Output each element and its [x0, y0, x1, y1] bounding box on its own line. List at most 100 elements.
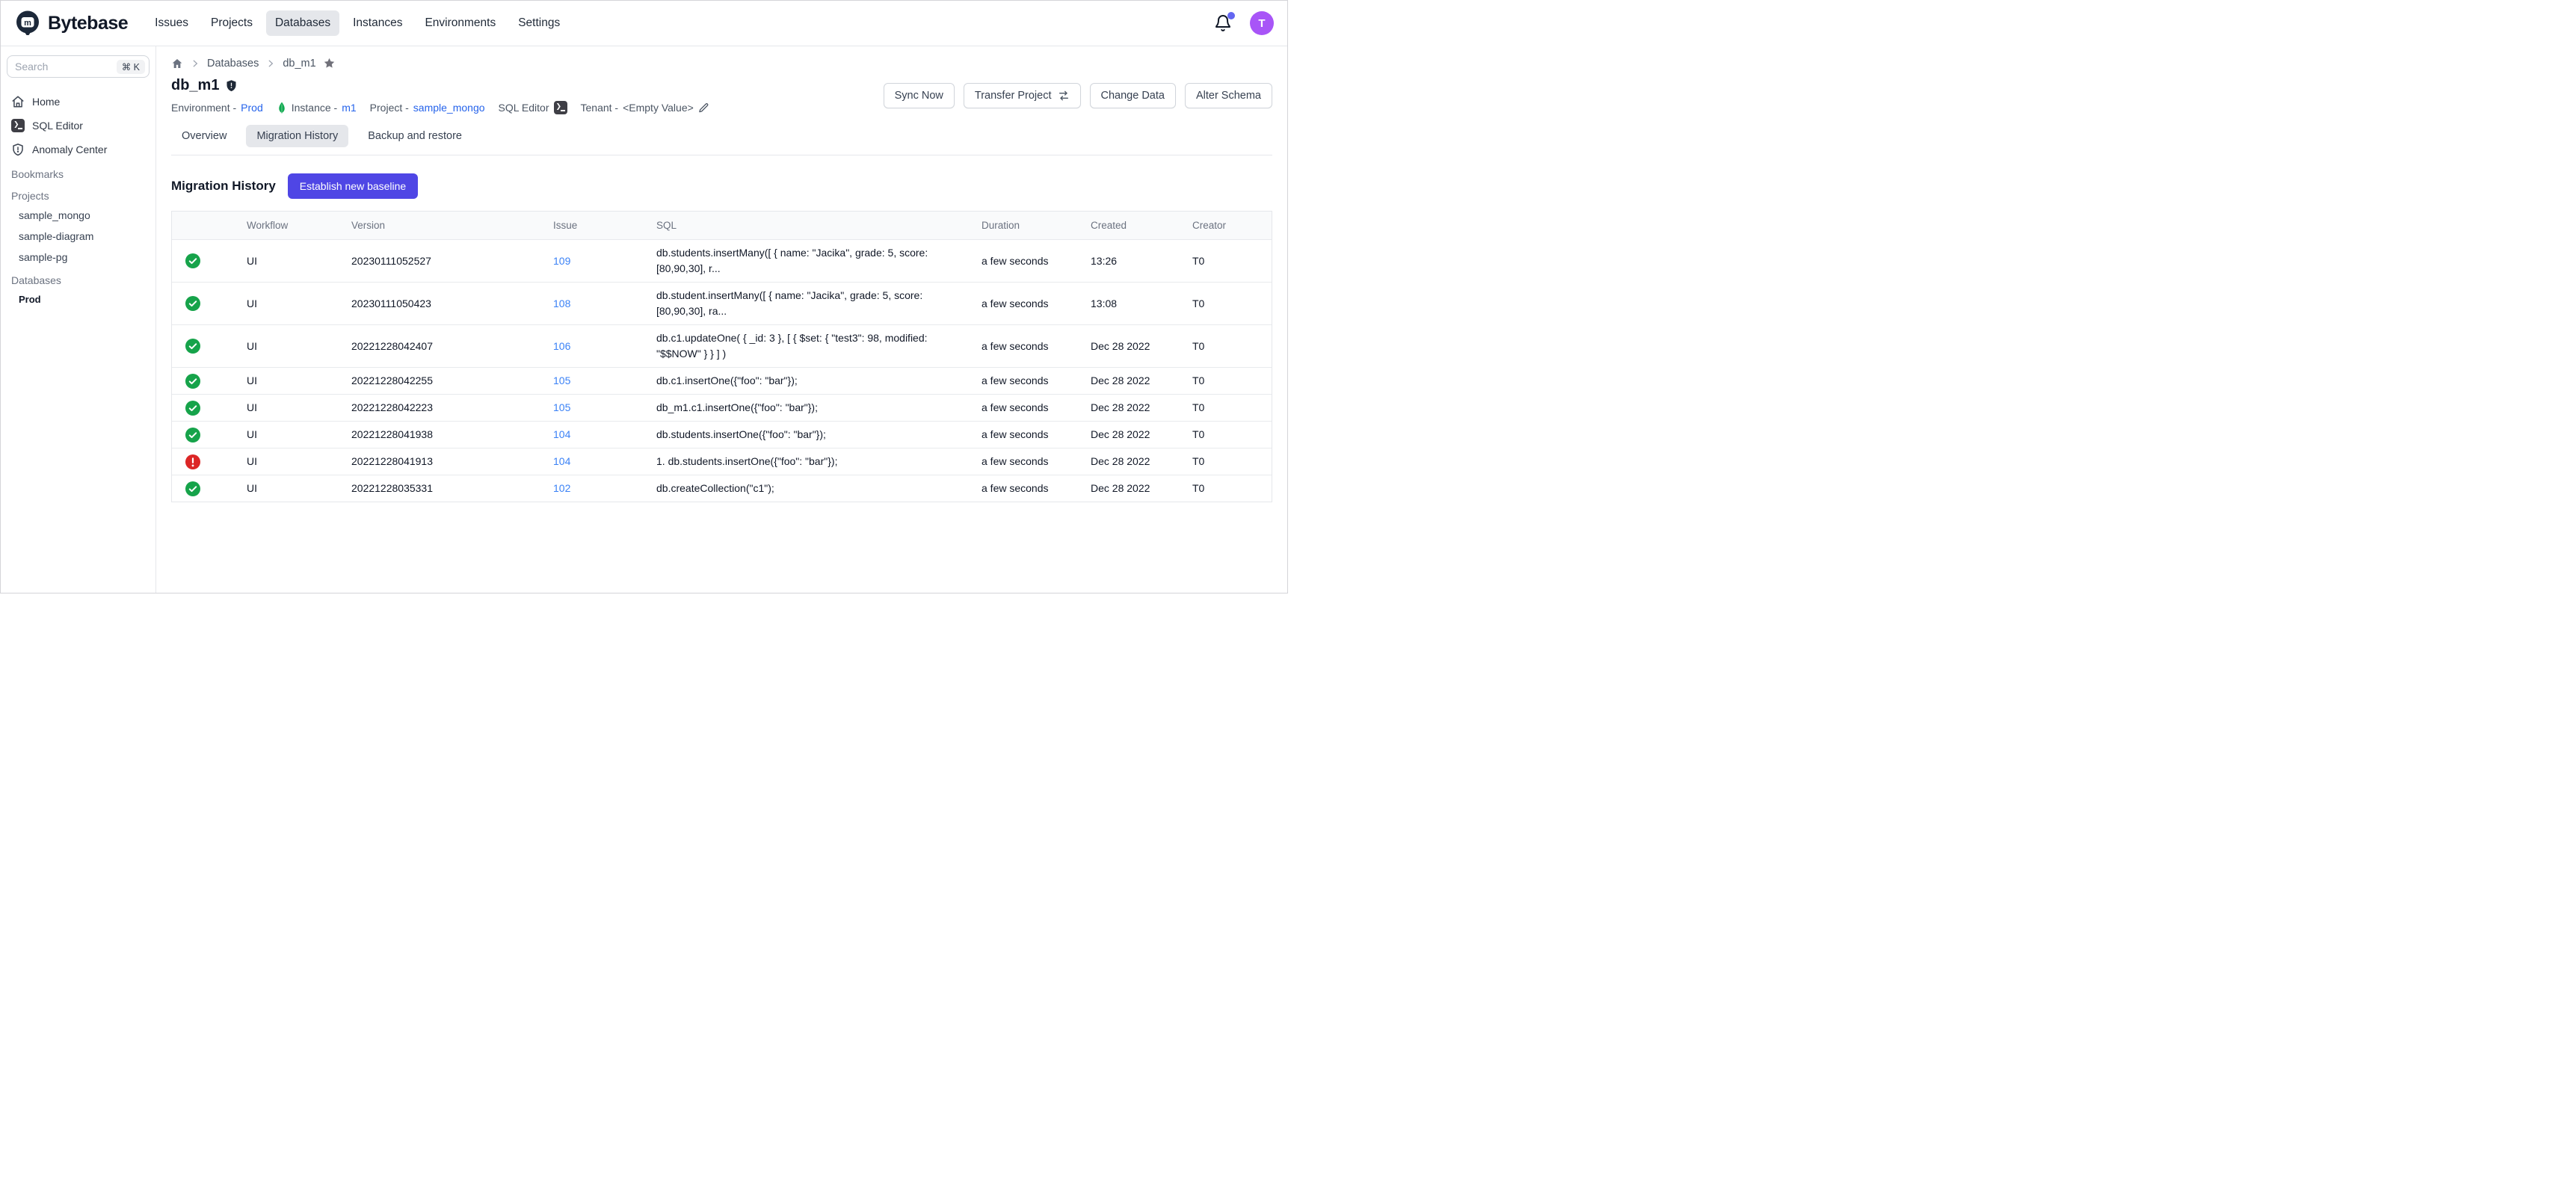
creator-cell: T0	[1183, 368, 1272, 394]
workflow-cell: UI	[238, 475, 342, 502]
brand[interactable]: m Bytebase	[14, 10, 128, 37]
issue-link[interactable]: 104	[553, 428, 570, 440]
version-cell: 20221228042407	[342, 333, 544, 360]
avatar[interactable]: T	[1250, 11, 1274, 35]
terminal-icon	[11, 119, 25, 132]
table-row[interactable]: UI 20221228042407 106 db.c1.updateOne( {…	[172, 324, 1272, 367]
column-header-sql: SQL	[647, 212, 973, 239]
sync-now-button[interactable]: Sync Now	[884, 83, 955, 108]
tab-overview[interactable]: Overview	[171, 125, 237, 147]
breadcrumb: Databases db_m1	[171, 57, 1272, 70]
star-icon[interactable]	[323, 57, 336, 70]
sidebar-item-home[interactable]: Home	[7, 90, 150, 114]
nav-item-databases[interactable]: Databases	[266, 10, 339, 36]
sidebar-item-sql-editor[interactable]: SQL Editor	[7, 114, 150, 138]
table-row[interactable]: UI 20230111052527 109 db.students.insert…	[172, 239, 1272, 282]
created-cell: Dec 28 2022	[1082, 475, 1183, 502]
created-cell: Dec 28 2022	[1082, 395, 1183, 421]
breadcrumb-home-icon[interactable]	[171, 58, 183, 70]
created-cell: Dec 28 2022	[1082, 448, 1183, 475]
breadcrumb-db-m1[interactable]: db_m1	[283, 58, 315, 70]
table-row[interactable]: UI 20221228042223 105 db_m1.c1.insertOne…	[172, 394, 1272, 421]
nav-item-settings[interactable]: Settings	[509, 10, 569, 36]
success-check-icon	[185, 481, 200, 496]
sidebar-item-label: Home	[32, 96, 60, 108]
sidebar-section-bookmarks: Bookmarks	[7, 161, 150, 183]
creator-cell: T0	[1183, 291, 1272, 317]
breadcrumb-databases[interactable]: Databases	[207, 58, 259, 70]
sidebar: ⌘ K Home SQL Editor	[1, 46, 156, 593]
project-link[interactable]: sample_mongo	[413, 102, 485, 114]
issue-link[interactable]: 109	[553, 255, 570, 267]
workflow-cell: UI	[238, 395, 342, 421]
brand-name: Bytebase	[48, 13, 128, 34]
terminal-icon[interactable]	[554, 101, 567, 114]
table-row[interactable]: UI 20221228042255 105 db.c1.insertOne({"…	[172, 367, 1272, 394]
issue-link[interactable]: 105	[553, 374, 570, 386]
creator-cell: T0	[1183, 395, 1272, 421]
sidebar-item-sample-pg[interactable]: sample-pg	[7, 247, 150, 268]
issue-link[interactable]: 104	[553, 455, 570, 467]
creator-cell: T0	[1183, 333, 1272, 360]
sidebar-item-sample-mongo[interactable]: sample_mongo	[7, 205, 150, 226]
shield-alert-icon[interactable]	[225, 78, 238, 93]
issue-link[interactable]: 105	[553, 401, 570, 413]
issue-link[interactable]: 102	[553, 482, 570, 494]
navbar-right: T	[1214, 11, 1274, 35]
search-box[interactable]: ⌘ K	[7, 55, 150, 78]
sidebar-item-sample-diagram[interactable]: sample-diagram	[7, 226, 150, 247]
duration-cell: a few seconds	[973, 422, 1082, 448]
bytebase-app-window: m Bytebase Issues Projects Databases Ins…	[0, 0, 1288, 594]
creator-cell: T0	[1183, 248, 1272, 274]
status-cell	[172, 333, 238, 359]
sql-cell: db.createCollection("c1");	[647, 475, 973, 502]
created-cell: 13:08	[1082, 291, 1183, 317]
tab-backup-and-restore[interactable]: Backup and restore	[357, 125, 472, 147]
top-navbar: m Bytebase Issues Projects Databases Ins…	[1, 1, 1287, 46]
nav-item-environments[interactable]: Environments	[416, 10, 505, 36]
page-title: db_m1	[171, 77, 219, 94]
workflow-cell: UI	[238, 422, 342, 448]
nav-item-projects[interactable]: Projects	[202, 10, 262, 36]
workflow-cell: UI	[238, 248, 342, 274]
table-row[interactable]: UI 20221228035331 102 db.createCollectio…	[172, 475, 1272, 502]
duration-cell: a few seconds	[973, 368, 1082, 394]
change-data-button[interactable]: Change Data	[1090, 83, 1176, 108]
instance-link[interactable]: m1	[342, 102, 356, 114]
environment-link[interactable]: Prod	[241, 102, 263, 114]
sidebar-item-label: SQL Editor	[32, 120, 83, 132]
table-header-row: Workflow Version Issue SQL Duration Crea…	[172, 212, 1272, 239]
status-cell	[172, 248, 238, 274]
sql-cell: db.c1.updateOne( { _id: 3 }, [ { $set: {…	[647, 325, 973, 367]
version-cell: 20221228042223	[342, 395, 544, 421]
migration-history-section-header: Migration History Establish new baseline	[171, 173, 1272, 199]
tab-migration-history[interactable]: Migration History	[246, 125, 348, 147]
establish-new-baseline-button[interactable]: Establish new baseline	[288, 173, 418, 199]
notification-bell-icon[interactable]	[1214, 14, 1232, 32]
sql-cell: db.c1.insertOne({"foo": "bar"});	[647, 368, 973, 394]
issue-link[interactable]: 108	[553, 297, 570, 309]
table-row[interactable]: UI 20230111050423 108 db.student.insertM…	[172, 282, 1272, 324]
search-input[interactable]	[15, 61, 117, 73]
sidebar-item-anomaly-center[interactable]: Anomaly Center	[7, 138, 150, 161]
main-content: Databases db_m1 db_m1	[156, 46, 1287, 593]
workflow-cell: UI	[238, 448, 342, 475]
transfer-project-button[interactable]: Transfer Project	[964, 83, 1081, 108]
issue-link[interactable]: 106	[553, 340, 570, 352]
alter-schema-button[interactable]: Alter Schema	[1185, 83, 1272, 108]
table-row[interactable]: UI 20221228041913 104 1. db.students.ins…	[172, 448, 1272, 475]
status-cell	[172, 369, 238, 394]
svg-text:m: m	[24, 19, 31, 28]
edit-pencil-icon[interactable]	[698, 102, 709, 114]
table-row[interactable]: UI 20221228041938 104 db.students.insert…	[172, 421, 1272, 448]
duration-cell: a few seconds	[973, 333, 1082, 360]
nav-item-issues[interactable]: Issues	[146, 10, 197, 36]
sidebar-item-prod[interactable]: Prod	[7, 289, 150, 309]
nav-item-instances[interactable]: Instances	[344, 10, 411, 36]
column-header-duration: Duration	[973, 212, 1082, 239]
column-header-creator: Creator	[1183, 212, 1272, 239]
chevron-right-icon	[190, 58, 200, 69]
duration-cell: a few seconds	[973, 291, 1082, 317]
created-cell: Dec 28 2022	[1082, 333, 1183, 360]
page-actions: Sync Now Transfer Project Change Data Al…	[884, 83, 1272, 108]
